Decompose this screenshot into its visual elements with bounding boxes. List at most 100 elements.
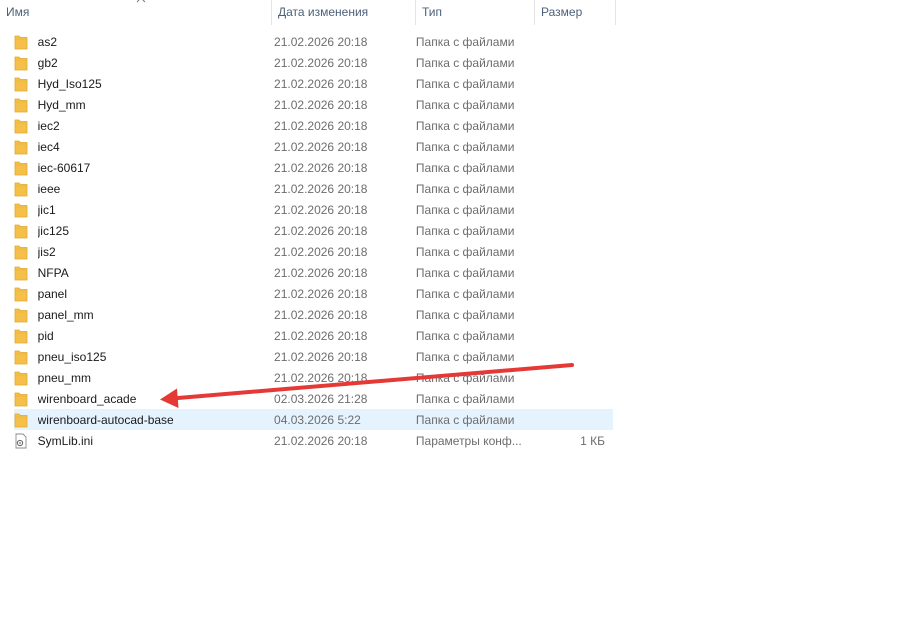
file-size: 1 КБ xyxy=(580,433,606,448)
file-name: pneu_iso125 xyxy=(37,349,107,364)
file-name: NFPA xyxy=(37,265,69,280)
file-date: 21.02.2026 20:18 xyxy=(274,328,368,343)
column-header: Имя Дата изменения Тип Размер xyxy=(0,0,616,25)
file-date: 21.02.2026 20:18 xyxy=(274,244,368,259)
file-row[interactable]: iec4 21.02.2026 20:18 Папка с файлами xyxy=(14,136,613,157)
file-row[interactable]: jic1 21.02.2026 20:18 Папка с файлами xyxy=(14,199,613,220)
file-date: 21.02.2026 20:18 xyxy=(274,349,368,364)
file-row[interactable]: panel_mm 21.02.2026 20:18 Папка с файлами xyxy=(14,304,613,325)
column-header-name[interactable]: Имя xyxy=(0,0,272,25)
column-header-type[interactable]: Тип xyxy=(416,0,535,25)
file-type: Папка с файлами xyxy=(415,223,515,238)
file-row[interactable]: pneu_iso125 21.02.2026 20:18 Папка с файла… xyxy=(14,346,613,367)
file-name: iec4 xyxy=(37,139,60,154)
file-name: jic125 xyxy=(37,223,69,238)
file-date: 04.03.2026 5:22 xyxy=(274,412,361,427)
file-name: as2 xyxy=(37,34,57,49)
file-date: 21.02.2026 20:18 xyxy=(274,118,368,133)
folder-icon xyxy=(14,52,38,73)
file-name: wirenboard-autocad-base xyxy=(37,412,174,427)
file-date: 21.02.2026 20:18 xyxy=(274,307,368,322)
column-header-name-label: Имя xyxy=(6,5,30,19)
file-name: ieee xyxy=(37,181,61,196)
folder-icon xyxy=(14,409,38,430)
file-type: Папка с файлами xyxy=(415,370,515,385)
file-date: 21.02.2026 20:18 xyxy=(274,223,368,238)
file-name: SymLib.ini xyxy=(37,433,93,448)
file-row[interactable]: wirenboard-autocad-base 04.03.2026 5:22 Па… xyxy=(14,409,613,430)
file-date: 21.02.2026 20:18 xyxy=(274,76,368,91)
file-date: 21.02.2026 20:18 xyxy=(274,265,368,280)
column-header-size[interactable]: Размер xyxy=(535,0,616,25)
file-date: 21.02.2026 20:18 xyxy=(274,181,368,196)
file-row[interactable]: jic125 21.02.2026 20:18 Папка с файлами xyxy=(14,220,613,241)
file-date: 21.02.2026 20:18 xyxy=(274,97,368,112)
file-row[interactable]: ieee 21.02.2026 20:18 Папка с файлами xyxy=(14,178,613,199)
file-type: Папка с файлами xyxy=(415,139,515,154)
file-type: Папка с файлами xyxy=(415,307,515,322)
folder-icon xyxy=(14,178,38,199)
file-type: Папка с файлами xyxy=(415,34,515,49)
file-row[interactable]: jis2 21.02.2026 20:18 Папка с файлами xyxy=(14,241,613,262)
file-row[interactable]: iec-60617 21.02.2026 20:18 Папка с файлами xyxy=(14,157,613,178)
file-type: Папка с файлами xyxy=(415,97,515,112)
sort-up-icon xyxy=(136,0,146,3)
folder-icon xyxy=(14,115,38,136)
file-type: Папка с файлами xyxy=(415,349,515,364)
file-date: 21.02.2026 20:18 xyxy=(274,370,368,385)
file-type: Папка с файлами xyxy=(415,265,515,280)
column-header-type-label: Тип xyxy=(422,5,443,19)
folder-icon xyxy=(14,346,38,367)
file-type: Папка с файлами xyxy=(415,160,515,175)
file-type: Папка с файлами xyxy=(415,202,515,217)
file-name: jis2 xyxy=(37,244,56,259)
column-header-date[interactable]: Дата изменения xyxy=(272,0,416,25)
file-row[interactable]: wirenboard_acade 02.03.2026 21:28 Папка с … xyxy=(14,388,613,409)
file-row[interactable]: pneu_mm 21.02.2026 20:18 Папка с файлами xyxy=(14,367,613,388)
file-row[interactable]: as2 21.02.2026 20:18 Папка с файлами xyxy=(14,31,613,52)
file-name: Hyd_Iso125 xyxy=(37,76,102,91)
file-date: 21.02.2026 20:18 xyxy=(274,34,368,49)
folder-icon xyxy=(14,241,38,262)
column-header-date-label: Дата изменения xyxy=(278,5,369,19)
file-name: iec-60617 xyxy=(37,160,91,175)
column-header-size-label: Размер xyxy=(541,5,583,19)
folder-icon xyxy=(14,325,38,346)
file-date: 21.02.2026 20:18 xyxy=(274,286,368,301)
file-row[interactable]: gb2 21.02.2026 20:18 Папка с файлами xyxy=(14,52,613,73)
file-row[interactable]: Hyd_mm 21.02.2026 20:18 Папка с файлами xyxy=(14,94,613,115)
file-type: Папка с файлами xyxy=(415,55,515,70)
file-row[interactable]: SymLib.ini 21.02.2026 20:18 Параметры конф… xyxy=(14,430,613,451)
file-date: 21.02.2026 20:18 xyxy=(274,202,368,217)
file-name: jic1 xyxy=(37,202,56,217)
folder-icon xyxy=(14,220,38,241)
folder-icon xyxy=(14,73,38,94)
file-name: iec2 xyxy=(37,118,60,133)
settings-file-icon xyxy=(14,430,38,451)
file-name: panel xyxy=(37,286,68,301)
file-name: pid xyxy=(37,328,54,343)
file-type: Папка с файлами xyxy=(415,244,515,259)
file-date: 21.02.2026 20:18 xyxy=(274,139,368,154)
file-row[interactable]: panel 21.02.2026 20:18 Папка с файлами xyxy=(14,283,613,304)
file-row[interactable]: NFPA 21.02.2026 20:18 Папка с файлами xyxy=(14,262,613,283)
file-name: pneu_mm xyxy=(37,370,92,385)
file-type: Параметры конф... xyxy=(415,433,522,448)
file-name: Hyd_mm xyxy=(37,97,86,112)
file-list: as2 21.02.2026 20:18 Папка с файлами gb2 21.… xyxy=(14,31,613,451)
folder-icon xyxy=(14,304,38,325)
folder-icon xyxy=(14,283,38,304)
folder-icon xyxy=(14,262,38,283)
file-type: Папка с файлами xyxy=(415,181,515,196)
file-date: 21.02.2026 20:18 xyxy=(274,433,368,448)
folder-icon xyxy=(14,94,38,115)
file-row[interactable]: pid 21.02.2026 20:18 Папка с файлами xyxy=(14,325,613,346)
file-name: gb2 xyxy=(37,55,58,70)
file-date: 02.03.2026 21:28 xyxy=(274,391,368,406)
folder-icon xyxy=(14,199,38,220)
file-name: panel_mm xyxy=(37,307,94,322)
file-type: Папка с файлами xyxy=(415,391,515,406)
file-row[interactable]: iec2 21.02.2026 20:18 Папка с файлами xyxy=(14,115,613,136)
file-row[interactable]: Hyd_Iso125 21.02.2026 20:18 Папка с файлам… xyxy=(14,73,613,94)
file-type: Папка с файлами xyxy=(415,118,515,133)
